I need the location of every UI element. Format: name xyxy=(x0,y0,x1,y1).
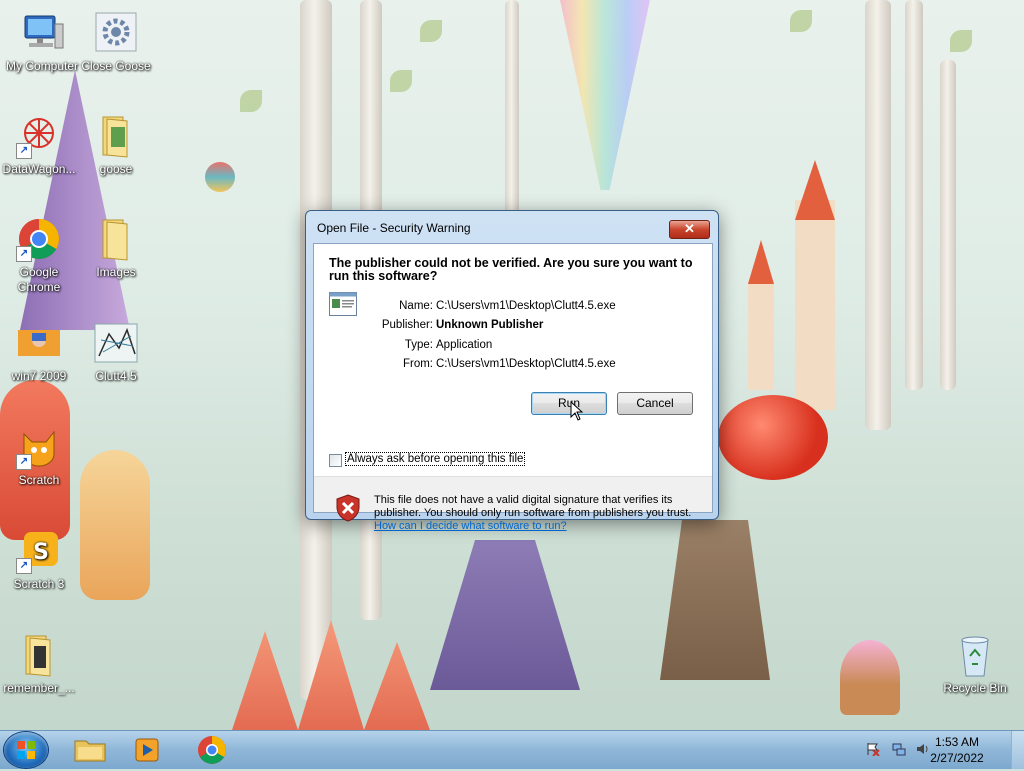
desktop-icon-google-chrome[interactable]: ↗ Google Chrome xyxy=(0,216,81,295)
desktop-icon-label: Close Goose xyxy=(81,59,151,73)
desktop-icon-scratch3[interactable]: S ↗ Scratch 3 xyxy=(0,528,81,592)
desktop-icon-label: Images xyxy=(96,265,136,279)
wallpaper-girl-figure xyxy=(430,540,580,690)
desktop-icon-scratch[interactable]: ↗ Scratch xyxy=(0,424,81,488)
recycle-bin-icon xyxy=(952,632,998,678)
image-file-icon xyxy=(16,320,62,366)
publisher-value: Unknown Publisher xyxy=(436,319,544,331)
desktop-icon-label: Scratch 3 xyxy=(13,577,65,591)
dialog-body: The publisher could not be verified. Are… xyxy=(313,243,713,532)
taskbar-clock[interactable]: 1:53 AM 2/27/2022 xyxy=(922,734,992,766)
desktop-icon-label: Recycle Bin xyxy=(943,681,1007,695)
svg-text:S: S xyxy=(33,540,49,565)
help-link[interactable]: How can I decide what software to run? xyxy=(374,520,567,532)
desktop-icon-label: goose xyxy=(99,162,133,176)
signature-warning-text: This file does not have a valid digital … xyxy=(374,494,692,519)
wallpaper-cupcake xyxy=(840,640,900,715)
shortcut-arrow-icon: ↗ xyxy=(16,143,32,159)
desktop-icon-label: win7 2009 xyxy=(11,369,67,383)
taskbar-google-chrome[interactable] xyxy=(184,733,240,767)
wallpaper-leaf xyxy=(790,10,812,32)
shortcut-arrow-icon: ↗ xyxy=(16,246,32,262)
wallpaper-tree-trunk xyxy=(940,60,956,390)
desktop-icon-images[interactable]: Images xyxy=(74,216,158,280)
computer-icon xyxy=(19,10,65,56)
shortcut-arrow-icon: ↗ xyxy=(16,558,32,574)
desktop-icon-datawagon[interactable]: ↗ DataWagon... xyxy=(0,113,81,177)
desktop-icon-remember[interactable]: remember_... xyxy=(0,632,81,696)
desktop-icon-clutt45[interactable]: Clutt4.5 xyxy=(74,320,158,384)
name-label: Name: xyxy=(399,300,433,312)
wallpaper-tower-roof xyxy=(795,160,835,220)
security-shield-icon xyxy=(336,494,360,525)
desktop-icon-my-computer[interactable]: My Computer xyxy=(0,10,84,74)
mouse-cursor-icon xyxy=(570,400,584,424)
clock-date: 2/27/2022 xyxy=(930,751,984,765)
cancel-button[interactable]: Cancel xyxy=(617,392,693,415)
folder-icon xyxy=(74,740,106,762)
start-button[interactable] xyxy=(4,732,48,768)
wallpaper-tower-roof xyxy=(748,240,774,284)
gear-icon xyxy=(93,10,139,56)
desktop-icon-recycle-bin[interactable]: Recycle Bin xyxy=(933,632,1017,696)
chrome-icon xyxy=(198,736,226,764)
folder-icon xyxy=(93,113,139,159)
close-button[interactable]: ✕ xyxy=(669,220,710,239)
clock-time: 1:53 AM xyxy=(934,735,980,749)
cancel-button-label: Cancel xyxy=(636,396,674,410)
from-value: C:\Users\vm1\Desktop\Clutt4.5.exe xyxy=(436,358,616,370)
clutt-app-icon xyxy=(93,320,139,366)
wallpaper-tree-trunk xyxy=(905,0,923,390)
dialog-headline: The publisher could not be verified. Are… xyxy=(329,256,693,283)
desktop-icon-label: remember_... xyxy=(3,681,75,695)
publisher-label: Publisher: xyxy=(381,319,433,331)
wallpaper-leaf xyxy=(420,20,442,42)
run-button[interactable]: Run xyxy=(531,392,607,415)
wallpaper-doll xyxy=(80,450,150,600)
wallpaper-tower xyxy=(748,280,774,390)
name-value: C:\Users\vm1\Desktop\Clutt4.5.exe xyxy=(436,300,616,312)
windows-logo-icon xyxy=(17,741,35,759)
desktop-icon-win7-2009[interactable]: win7 2009 xyxy=(0,320,81,384)
always-ask-checkbox[interactable] xyxy=(329,454,342,467)
wallpaper-rainbow xyxy=(560,0,650,190)
close-icon: ✕ xyxy=(684,221,695,236)
wallpaper-apple-house xyxy=(718,395,828,480)
media-player-icon xyxy=(135,738,159,762)
desktop-icon-label: Clutt4.5 xyxy=(95,369,137,383)
wallpaper-leaf xyxy=(390,70,412,92)
wallpaper-tree-trunk xyxy=(865,0,891,430)
datawagon-icon: ↗ xyxy=(16,113,62,159)
taskbar-media-player[interactable] xyxy=(120,733,176,767)
desktop-icon-label: Google Chrome xyxy=(17,265,61,294)
network-icon[interactable] xyxy=(892,742,906,756)
scratch-cat-icon: ↗ xyxy=(16,424,62,470)
wallpaper-tower xyxy=(795,200,835,410)
type-label: Type: xyxy=(404,339,433,351)
wallpaper-boy-figure xyxy=(660,520,770,680)
type-value: Application xyxy=(436,339,493,351)
desktop-icon-label: Scratch xyxy=(18,473,60,487)
action-center-flag-icon[interactable] xyxy=(866,742,880,757)
wallpaper-balloon xyxy=(205,162,235,192)
desktop-icon-close-goose[interactable]: Close Goose xyxy=(74,10,158,74)
dialog-titlebar[interactable]: Open File - Security Warning ✕ xyxy=(306,211,718,243)
taskbar: 1:53 AM 2/27/2022 xyxy=(0,730,1024,769)
wallpaper-leaf xyxy=(950,30,972,52)
wallpaper-leaf xyxy=(240,90,262,112)
from-label: From: xyxy=(402,358,433,370)
desktop-icon-label: My Computer xyxy=(5,59,79,73)
chrome-icon: ↗ xyxy=(16,216,62,262)
always-ask-label[interactable]: Always ask before opening this file xyxy=(345,452,526,466)
show-desktop-button[interactable] xyxy=(1011,731,1024,769)
folder-icon xyxy=(16,632,62,678)
taskbar-windows-explorer[interactable] xyxy=(62,733,118,767)
folder-icon xyxy=(93,216,139,262)
dialog-title: Open File - Security Warning xyxy=(317,221,471,235)
scratch3-icon: S ↗ xyxy=(16,528,62,574)
desktop-icon-goose[interactable]: goose xyxy=(74,113,158,177)
shortcut-arrow-icon: ↗ xyxy=(16,454,32,470)
desktop-icon-label: DataWagon... xyxy=(2,162,76,176)
security-warning-dialog: Open File - Security Warning ✕ The publi… xyxy=(305,210,719,532)
